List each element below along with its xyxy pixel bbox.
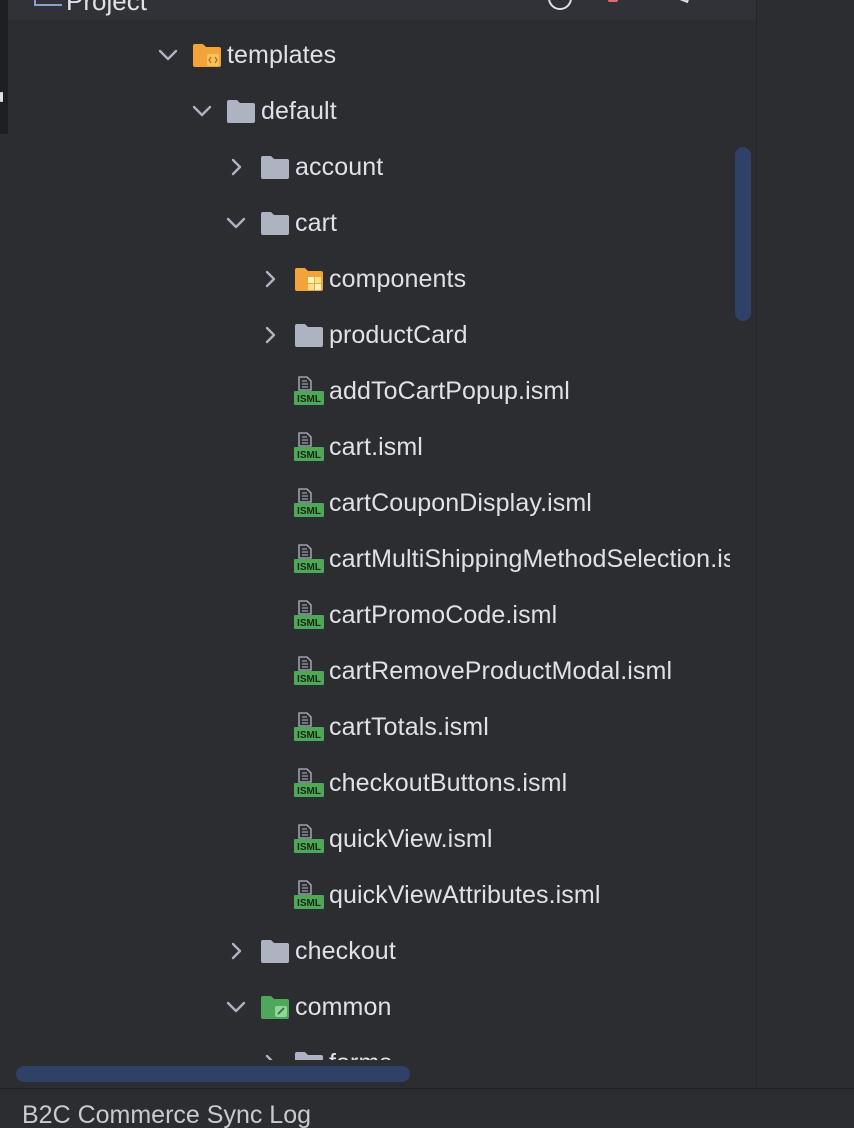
tree-folder-item[interactable]: cart xyxy=(8,195,730,251)
tree-item-label: default xyxy=(261,96,337,125)
tree-file-item[interactable]: ISML cartRemoveProductModal.isml xyxy=(8,643,730,699)
folder-icon xyxy=(259,208,291,238)
tree-item-label: cartTotals.isml xyxy=(329,712,489,741)
folder-icon xyxy=(225,96,257,126)
project-tree[interactable]: templates default account cart components pro… xyxy=(8,20,730,1060)
isml-file-icon: ISML xyxy=(293,824,325,854)
tree-file-item[interactable]: ISML checkoutButtons.isml xyxy=(8,755,730,811)
tree-file-item[interactable]: ISML addToCartPopup.isml xyxy=(8,363,730,419)
chevron-down-icon[interactable] xyxy=(157,44,179,66)
isml-file-icon: ISML xyxy=(293,376,325,406)
tree-file-item[interactable]: ISML cartTotals.isml xyxy=(8,699,730,755)
tree-item-label: quickView.isml xyxy=(329,824,493,853)
isml-file-icon: ISML xyxy=(293,712,325,742)
folder-icon xyxy=(293,1048,325,1060)
svg-text:ISML: ISML xyxy=(297,842,321,853)
svg-text:ISML: ISML xyxy=(297,618,321,629)
isml-file-icon: ISML xyxy=(293,656,325,686)
svg-text:ISML: ISML xyxy=(297,562,321,573)
svg-text:ISML: ISML xyxy=(297,394,321,405)
tree-item-label: cartPromoCode.isml xyxy=(329,600,558,629)
tree-item-label: account xyxy=(295,152,384,181)
tree-item-label: forms xyxy=(329,1049,392,1061)
tree-file-item[interactable]: ISML cartMultiShippingMethodSelection.ism… xyxy=(8,531,730,587)
tree-item-label: checkoutButtons.isml xyxy=(329,768,568,797)
project-view-icon[interactable] xyxy=(34,0,62,6)
folder-icon xyxy=(259,936,291,966)
tree-file-item[interactable]: ISML quickViewAttributes.isml xyxy=(8,867,730,923)
vertical-scrollbar[interactable] xyxy=(735,147,751,321)
chevron-down-icon[interactable] xyxy=(225,996,247,1018)
tree-item-label: cart xyxy=(295,208,338,237)
isml-file-icon: ISML xyxy=(293,768,325,798)
folder-icon xyxy=(293,320,325,350)
tree-item-label: cartCouponDisplay.isml xyxy=(329,488,592,517)
options-icon[interactable] xyxy=(680,0,692,4)
bottom-tool-window: B2C Commerce Sync Log xyxy=(0,1089,854,1128)
tree-folder-item[interactable]: templates xyxy=(8,27,730,83)
panel-title[interactable]: Project xyxy=(66,0,147,17)
tree-item-label: quickViewAttributes.isml xyxy=(329,880,601,909)
isml-file-icon: ISML xyxy=(293,432,325,462)
svg-text:ISML: ISML xyxy=(297,730,321,741)
chevron-down-icon[interactable] xyxy=(225,212,247,234)
tree-item-label: components xyxy=(329,264,467,293)
select-opened-file-icon[interactable] xyxy=(548,0,572,10)
tree-folder-item[interactable]: forms xyxy=(8,1035,730,1060)
isml-file-icon: ISML xyxy=(293,880,325,910)
tree-file-item[interactable]: ISML cartCouponDisplay.isml xyxy=(8,475,730,531)
ide-window: Project templates default account cart compo… xyxy=(0,0,854,1128)
svg-text:ISML: ISML xyxy=(297,674,321,685)
tree-file-item[interactable]: ISML quickView.isml xyxy=(8,811,730,867)
tree-item-label: addToCartPopup.isml xyxy=(329,376,570,405)
tree-item-label: productCard xyxy=(329,320,468,349)
chevron-down-icon[interactable] xyxy=(191,100,213,122)
left-edge-marker xyxy=(0,92,3,102)
tree-item-label: cartMultiShippingMethodSelection.isml xyxy=(329,544,730,573)
tree-file-item[interactable]: ISML cartPromoCode.isml xyxy=(8,587,730,643)
tree-file-item[interactable]: ISML cart.isml xyxy=(8,419,730,475)
project-panel-header: Project xyxy=(8,0,756,20)
folder-resource-icon xyxy=(259,992,291,1022)
tree-folder-item[interactable]: components xyxy=(8,251,730,307)
svg-text:ISML: ISML xyxy=(297,898,321,909)
panel-divider xyxy=(756,0,757,1088)
chevron-right-icon[interactable] xyxy=(259,1052,281,1060)
folder-icon xyxy=(259,152,291,182)
horizontal-scrollbar[interactable] xyxy=(16,1066,410,1082)
folder-templates-icon xyxy=(191,40,223,70)
svg-text:ISML: ISML xyxy=(297,450,321,461)
tree-folder-item[interactable]: common xyxy=(8,979,730,1035)
chevron-right-icon[interactable] xyxy=(225,940,247,962)
tree-item-label: cart.isml xyxy=(329,432,423,461)
isml-file-icon: ISML xyxy=(293,488,325,518)
tree-item-label: cartRemoveProductModal.isml xyxy=(329,656,673,685)
tree-item-label: templates xyxy=(227,40,337,69)
chevron-right-icon[interactable] xyxy=(259,268,281,290)
isml-file-icon: ISML xyxy=(293,544,325,574)
collapse-all-icon[interactable] xyxy=(608,0,618,2)
isml-file-icon: ISML xyxy=(293,600,325,630)
left-tool-strip xyxy=(0,0,8,134)
sync-log-title[interactable]: B2C Commerce Sync Log xyxy=(22,1101,311,1128)
chevron-right-icon[interactable] xyxy=(225,156,247,178)
tree-folder-item[interactable]: checkout xyxy=(8,923,730,979)
tree-folder-item[interactable]: account xyxy=(8,139,730,195)
folder-components-icon xyxy=(293,264,325,294)
chevron-right-icon[interactable] xyxy=(259,324,281,346)
svg-text:ISML: ISML xyxy=(297,506,321,517)
tree-folder-item[interactable]: productCard xyxy=(8,307,730,363)
tree-folder-item[interactable]: default xyxy=(8,83,730,139)
tree-item-label: checkout xyxy=(295,936,396,965)
svg-text:ISML: ISML xyxy=(297,786,321,797)
tree-item-label: common xyxy=(295,992,392,1021)
